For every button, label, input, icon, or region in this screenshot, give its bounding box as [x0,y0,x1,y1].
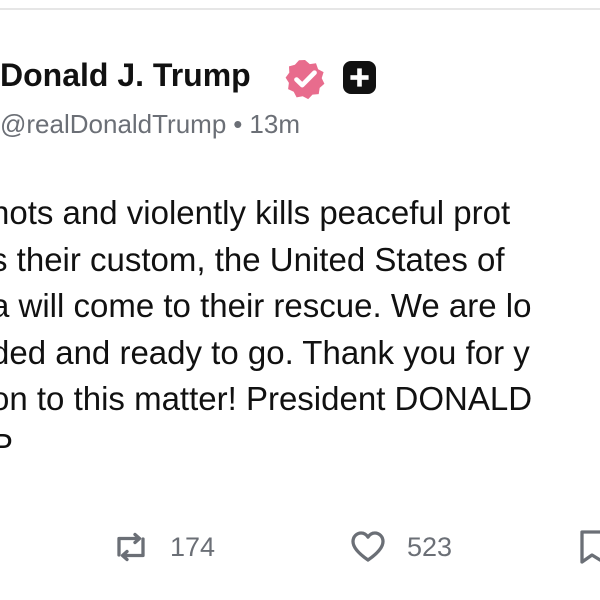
meta-separator: • [233,109,243,139]
post-body-line: s their custom, the United States of [0,240,505,278]
post-body-line: P [0,426,14,464]
heart-icon [351,531,385,562]
author-meta: @realDonaldTrump • 13m [0,107,300,141]
post-body-line: hots and violently kills peaceful prot [0,194,511,231]
verified-badge-icon [284,58,326,100]
bookmark-button[interactable] [579,525,600,569]
repost-icon [117,532,145,562]
post-body-line: a will come to their rescue. We are lo [0,287,532,324]
repost-button[interactable]: 174 [112,525,215,569]
post-body-line: on to this matter! President DONALD [0,380,533,417]
author-display-name[interactable]: Donald J. Trump [0,55,251,95]
post-header: Donald J. Trump @realDonaldTrump • 13m [0,55,600,145]
like-count: 523 [407,531,453,562]
post-actions: 174 523 [0,525,600,569]
post-body: hots and violently kills peaceful prot s… [0,190,600,469]
post-body-line: ded and ready to go. Thank you for y [0,333,530,371]
like-button[interactable]: 523 [349,525,452,569]
author-handle[interactable]: @realDonaldTrump [0,109,226,139]
add-button[interactable] [343,61,376,94]
bookmark-icon [580,530,600,564]
post-timestamp[interactable]: 13m [249,109,300,139]
plus-icon [350,68,369,87]
top-divider [0,8,600,10]
repost-count: 174 [170,531,216,562]
post-screenshot: Donald J. Trump @realDonaldTrump • 13m hot… [0,0,600,600]
